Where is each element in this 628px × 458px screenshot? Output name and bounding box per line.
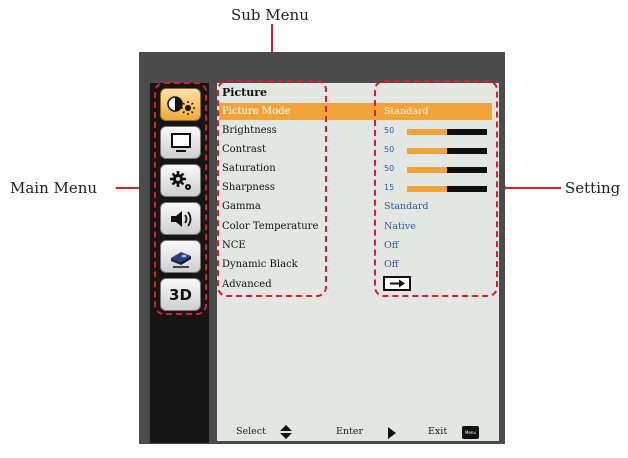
sub-menu-callout: Sub Menu: [231, 6, 309, 24]
up-down-arrow-icon: [280, 425, 292, 439]
main-menu-dashed-outline: [154, 82, 207, 315]
sub-menu-dashed-outline: [217, 80, 327, 297]
setting-leader: [503, 187, 561, 189]
main-menu-callout: Main Menu: [10, 179, 98, 197]
menu-key-label: Menu: [465, 430, 476, 435]
right-arrow-icon: [388, 427, 396, 439]
setting-callout: Setting: [565, 179, 621, 197]
footer-enter-label: Enter: [336, 426, 364, 437]
footer-exit-label: Exit: [428, 426, 448, 437]
footer-select-label: Select: [236, 426, 266, 437]
menu-key-icon: Menu: [462, 426, 479, 439]
setting-dashed-outline: [374, 80, 498, 297]
